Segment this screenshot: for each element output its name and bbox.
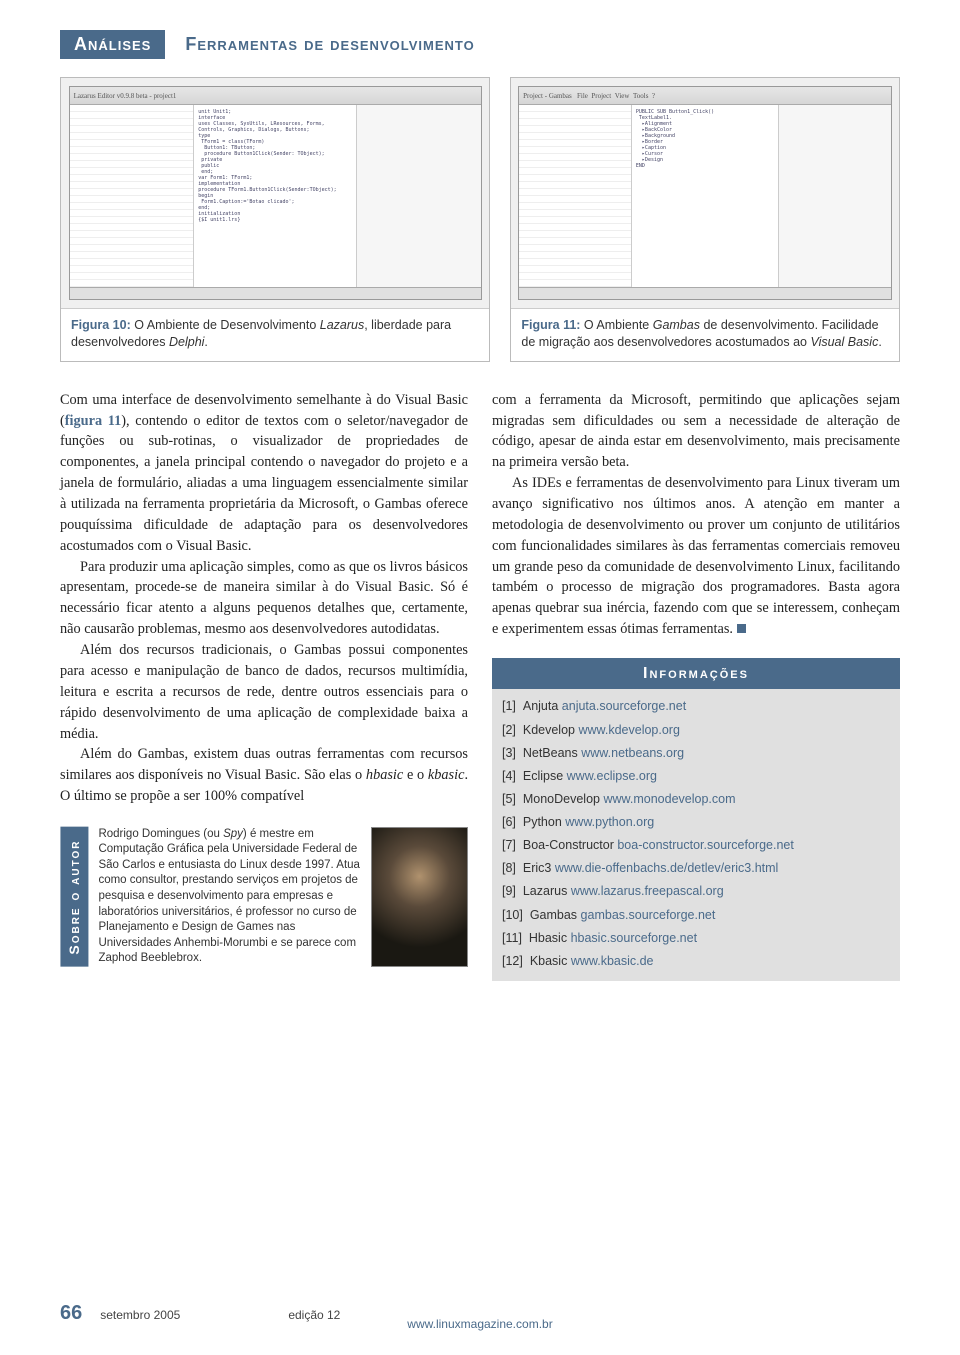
ide-code-editor: PUBLIC SUB Button1_Click() TextLabel1. ▸… <box>632 105 779 287</box>
paragraph-2: Para produzir uma aplicação simples, com… <box>60 557 468 640</box>
figure-10-label: Figura 10: <box>71 318 131 332</box>
ide-statusbar <box>519 287 891 299</box>
ide-titlebar: Project - Gambas File Project View Tools… <box>519 87 891 105</box>
info-item: [10] Gambas gambas.sourceforge.net <box>502 904 890 927</box>
ide-properties-toolbox <box>778 105 891 287</box>
about-author-tab: Sobre o autor <box>60 827 88 967</box>
info-item: [1] Anjuta anjuta.sourceforge.net <box>502 695 890 718</box>
info-box-header: Informações <box>492 658 900 689</box>
footer-month: setembro 2005 <box>100 1308 180 1322</box>
paragraph-1: Com uma interface de desenvolvimento sem… <box>60 390 468 557</box>
info-item: [9] Lazarus www.lazarus.freepascal.org <box>502 880 890 903</box>
info-item: [7] Boa-Constructor boa-constructor.sour… <box>502 834 890 857</box>
info-box: Informações [1] Anjuta anjuta.sourceforg… <box>492 658 900 981</box>
header-category: Análises <box>60 30 165 59</box>
info-item: [11] Hbasic hbasic.sourceforge.net <box>502 927 890 950</box>
figure-11-caption: Figura 11: O Ambiente Gambas de desenvol… <box>511 309 899 361</box>
figures-row: Lazarus Editor v0.9.8 beta - project1 un… <box>60 77 900 362</box>
info-item: [5] MonoDevelop www.monodevelop.com <box>502 788 890 811</box>
figure-ref-11: figura 11 <box>65 413 122 429</box>
paragraph-4: Além do Gambas, existem duas outras ferr… <box>60 744 468 807</box>
page-footer: 66 setembro 2005 edição 12 www.linuxmaga… <box>60 1302 900 1325</box>
article-body: Com uma interface de desenvolvimento sem… <box>60 390 900 981</box>
gambas-ide-screenshot: Project - Gambas File Project View Tools… <box>518 86 892 300</box>
lazarus-ide-screenshot: Lazarus Editor v0.9.8 beta - project1 un… <box>69 86 482 300</box>
figure-11: Project - Gambas File Project View Tools… <box>510 77 900 362</box>
header-title: Ferramentas de desenvolvimento <box>185 34 474 55</box>
info-item: [12] Kbasic www.kbasic.de <box>502 950 890 973</box>
page-header: Análises Ferramentas de desenvolvimento <box>60 30 900 59</box>
info-item: [8] Eric3 www.die-offenbachs.de/detlev/e… <box>502 857 890 880</box>
ide-source-editor: unit Unit1;interfaceuses Classes, SysUti… <box>194 105 356 287</box>
page: Análises Ferramentas de desenvolvimento … <box>0 0 960 1355</box>
info-item: [6] Python www.python.org <box>502 811 890 834</box>
figure-10-caption: Figura 10: O Ambiente de Desenvolvimento… <box>61 309 489 361</box>
footer-url: www.linuxmagazine.com.br <box>407 1317 552 1331</box>
info-list: [1] Anjuta anjuta.sourceforge.net [2] Kd… <box>492 689 900 975</box>
ide-form-designer <box>356 105 481 287</box>
paragraph-6: As IDEs e ferramentas de desenvolvimento… <box>492 473 900 640</box>
info-item: [3] NetBeans www.netbeans.org <box>502 742 890 765</box>
about-author-box: Sobre o autor Rodrigo Domingues (ou Spy)… <box>60 827 468 967</box>
end-marker-icon <box>737 624 746 633</box>
ide-project-tree <box>519 105 632 287</box>
figure-11-image: Project - Gambas File Project View Tools… <box>511 78 899 309</box>
ide-titlebar: Lazarus Editor v0.9.8 beta - project1 <box>70 87 481 105</box>
figure-11-label: Figura 11: <box>521 318 580 332</box>
ide-object-inspector <box>70 105 195 287</box>
paragraph-3: Além dos recursos tradicionais, o Gambas… <box>60 640 468 744</box>
paragraph-5: com a ferramenta da Microsoft, permitind… <box>492 390 900 473</box>
info-item: [2] Kdevelop www.kdevelop.org <box>502 719 890 742</box>
figure-10: Lazarus Editor v0.9.8 beta - project1 un… <box>60 77 490 362</box>
figure-10-image: Lazarus Editor v0.9.8 beta - project1 un… <box>61 78 489 309</box>
footer-edition: edição 12 <box>288 1308 340 1322</box>
ide-statusbar <box>70 287 481 299</box>
page-number: 66 <box>60 1302 82 1325</box>
author-photo <box>371 827 468 967</box>
info-item: [4] Eclipse www.eclipse.org <box>502 765 890 788</box>
about-author-text: Rodrigo Domingues (ou Spy) é mestre em C… <box>98 827 361 967</box>
